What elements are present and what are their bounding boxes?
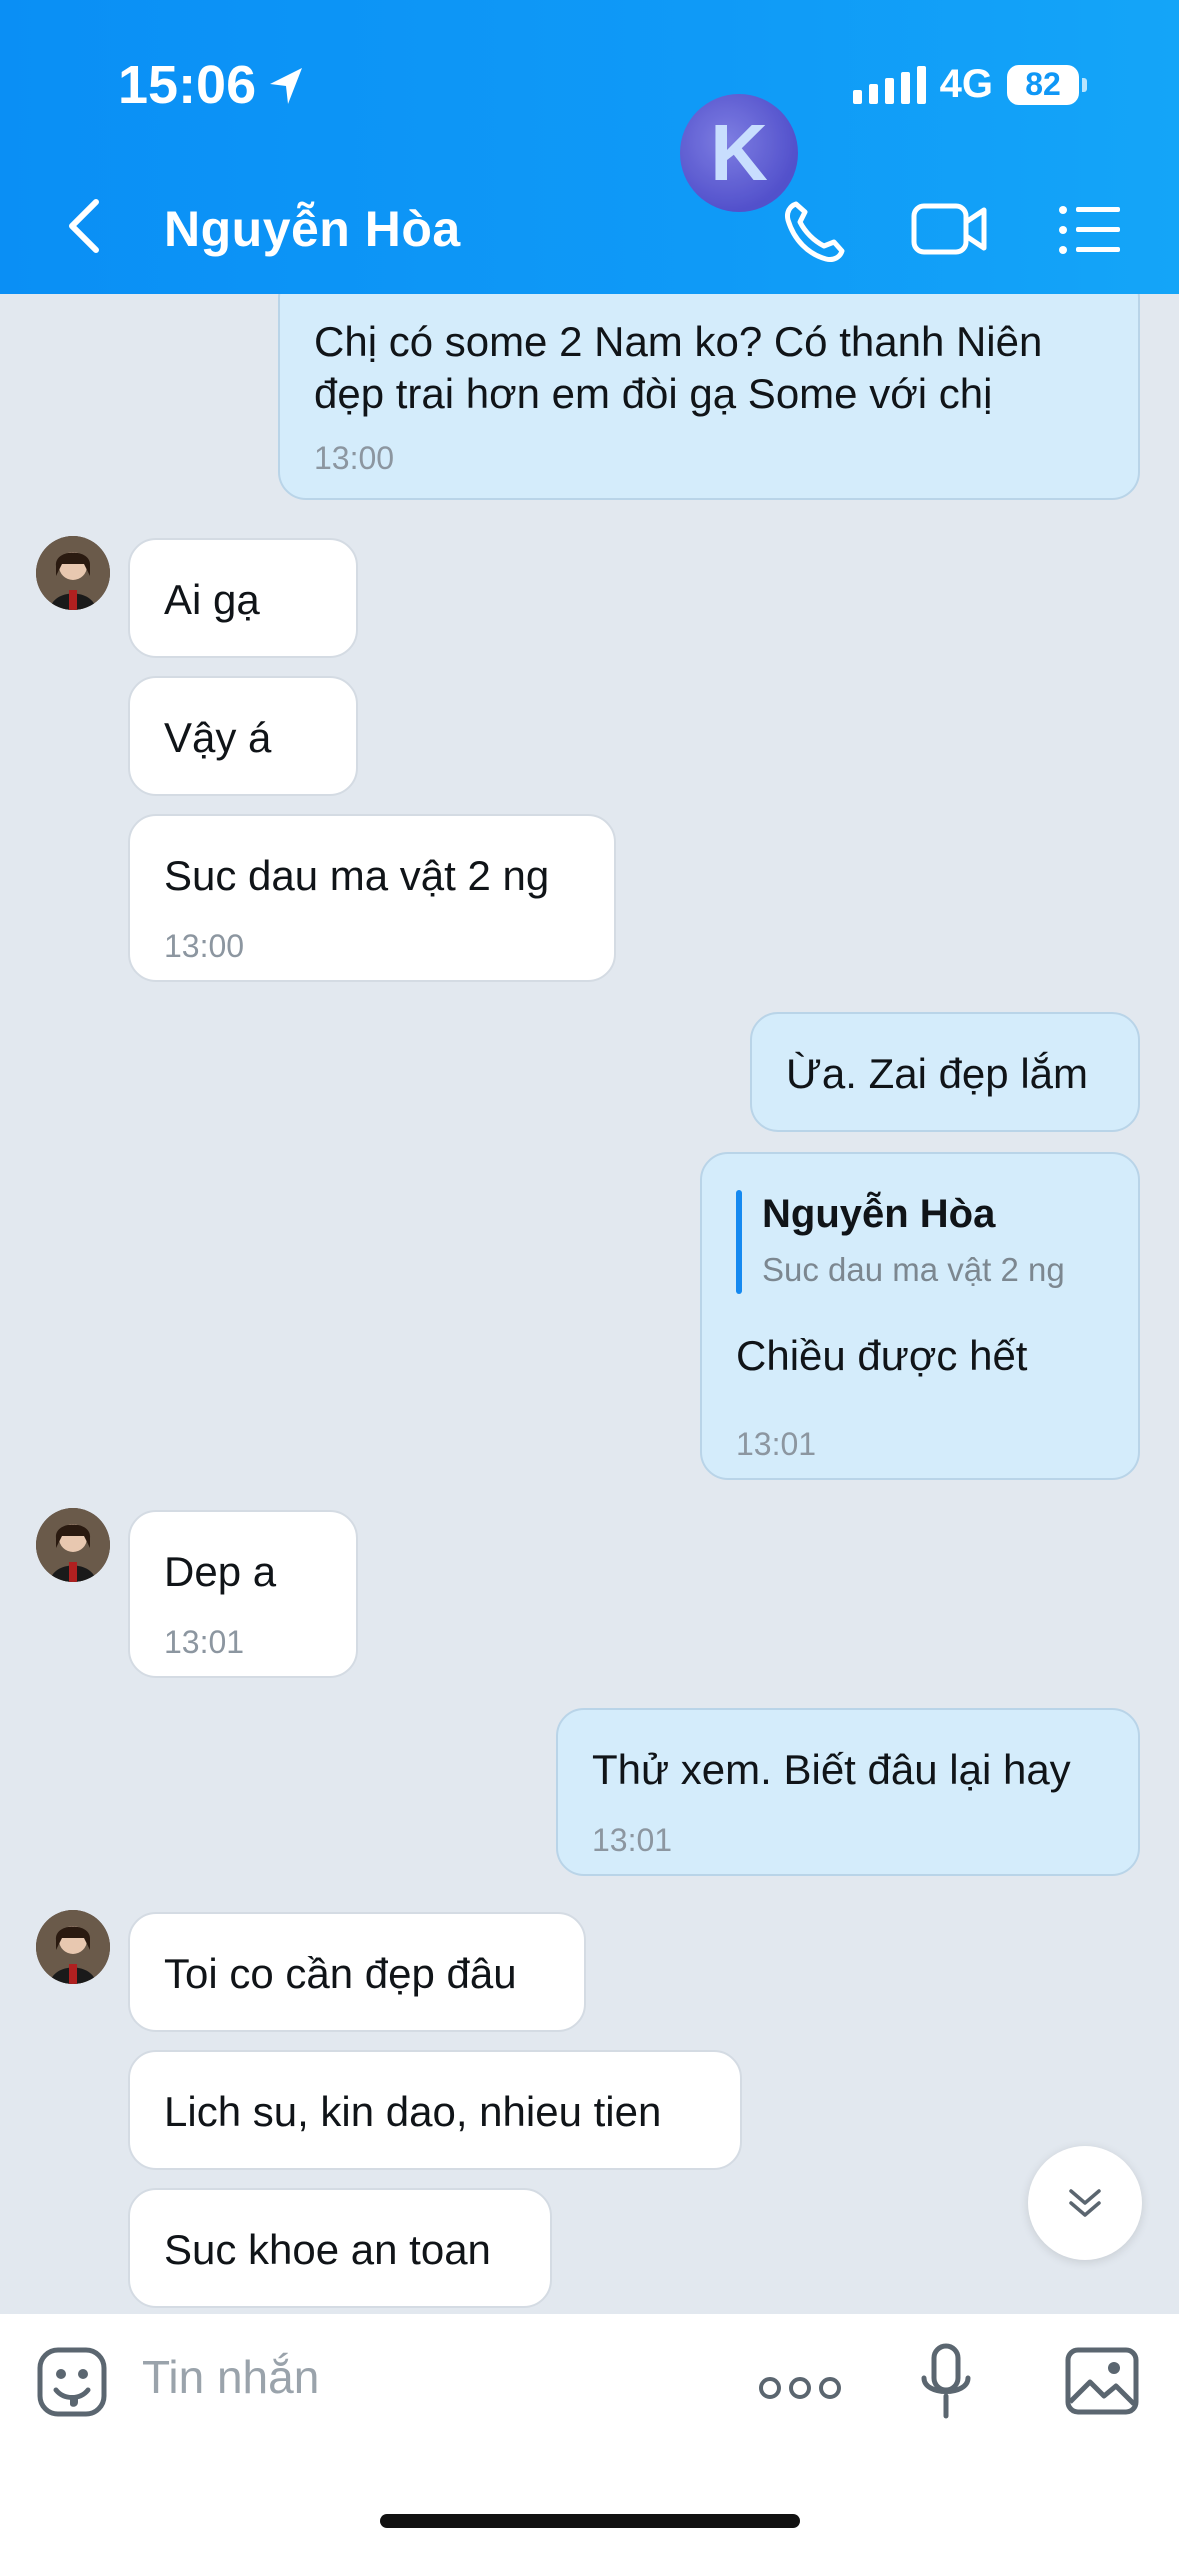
signal-icon — [852, 65, 926, 104]
message-text: Ừa. Zai đẹp lắm — [786, 1050, 1088, 1097]
avatar[interactable] — [36, 1910, 110, 1984]
message-input[interactable]: Tin nhắn — [142, 2350, 319, 2404]
message-text: Ai gạ — [164, 576, 260, 623]
message-time: 13:01 — [592, 1822, 673, 1858]
menu-list-icon[interactable] — [1058, 204, 1122, 256]
message-bubble-incoming[interactable]: Ai gạ — [128, 538, 358, 658]
message-text-line: Chị có some 2 Nam ko? Có thanh Niên — [314, 318, 1043, 365]
message-time: 13:01 — [736, 1426, 817, 1462]
message-list[interactable]: Chị có some 2 Nam ko? Có thanh Niên đẹp … — [0, 294, 1179, 2314]
message-text: Lich su, kin dao, nhieu tien — [164, 2088, 662, 2135]
avatar[interactable] — [36, 1508, 110, 1582]
reply-quoted-text: Suc dau ma vật 2 ng — [762, 1251, 1065, 1288]
back-arrow-icon[interactable] — [64, 196, 104, 256]
scroll-to-bottom-button[interactable] — [1028, 2146, 1142, 2260]
contact-name[interactable]: Nguyễn Hòa — [164, 200, 461, 258]
message-time: 13:00 — [164, 928, 245, 964]
chat-header: 15:06 4G 82 K Nguyễn Hòa — [0, 0, 1179, 294]
message-time: 13:00 — [314, 440, 395, 476]
avatar[interactable] — [36, 536, 110, 610]
network-type: 4G — [939, 62, 993, 106]
message-text-line: đẹp trai hơn em đòi gạ Some với chị — [314, 370, 993, 417]
message-bubble-outgoing[interactable]: Thử xem. Biết đâu lại hay 13:01 — [556, 1708, 1140, 1876]
message-bubble-incoming[interactable]: Suc khoe an toan — [128, 2188, 552, 2308]
message-bubble-incoming[interactable]: Dep a 13:01 — [128, 1510, 358, 1678]
message-time: 13:01 — [164, 1624, 245, 1660]
battery-icon: 82 — [1007, 64, 1087, 105]
message-text: Thử xem. Biết đâu lại hay — [592, 1746, 1071, 1793]
message-text: Toi co cần đẹp đâu — [164, 1950, 517, 1997]
double-chevron-down-icon — [1069, 2189, 1101, 2217]
message-text: Suc khoe an toan — [164, 2226, 491, 2273]
more-options-icon[interactable] — [758, 2374, 842, 2402]
logo-letter: K — [710, 108, 768, 197]
location-arrow-icon — [270, 68, 302, 104]
reply-sender-name: Nguyễn Hòa — [762, 1192, 996, 1236]
message-bubble-incoming[interactable]: Lich su, kin dao, nhieu tien — [128, 2050, 742, 2170]
image-gallery-icon[interactable] — [1064, 2346, 1140, 2416]
status-time: 15:06 — [118, 55, 257, 115]
message-bubble-incoming[interactable]: Suc dau ma vật 2 ng 13:00 — [128, 814, 616, 982]
reply-quote-bar — [736, 1190, 742, 1294]
video-call-icon[interactable] — [910, 200, 990, 260]
message-text: Chiều được hết — [736, 1332, 1028, 1379]
phone-icon[interactable] — [780, 196, 850, 266]
message-text: Suc dau ma vật 2 ng — [164, 852, 550, 899]
watermark-logo: K — [680, 94, 798, 212]
battery-level: 82 — [1025, 66, 1061, 102]
message-bubble-reply[interactable]: Nguyễn Hòa Suc dau ma vật 2 ng Chiều đượ… — [700, 1152, 1140, 1480]
message-bubble-incoming[interactable]: Vậy á — [128, 676, 358, 796]
message-bubble-incoming[interactable]: Toi co cần đẹp đâu — [128, 1912, 586, 2032]
microphone-icon[interactable] — [918, 2342, 974, 2426]
message-bubble-outgoing[interactable]: Chị có some 2 Nam ko? Có thanh Niên đẹp … — [278, 294, 1140, 500]
message-text: Vậy á — [164, 714, 272, 761]
message-text: Dep a — [164, 1548, 277, 1595]
home-indicator — [380, 2514, 800, 2528]
emoji-sticker-icon[interactable] — [36, 2346, 108, 2418]
message-bubble-outgoing[interactable]: Ừa. Zai đẹp lắm — [750, 1012, 1140, 1132]
message-composer: Tin nhắn — [0, 2314, 1179, 2556]
status-indicators: 4G 82 — [852, 62, 1087, 107]
